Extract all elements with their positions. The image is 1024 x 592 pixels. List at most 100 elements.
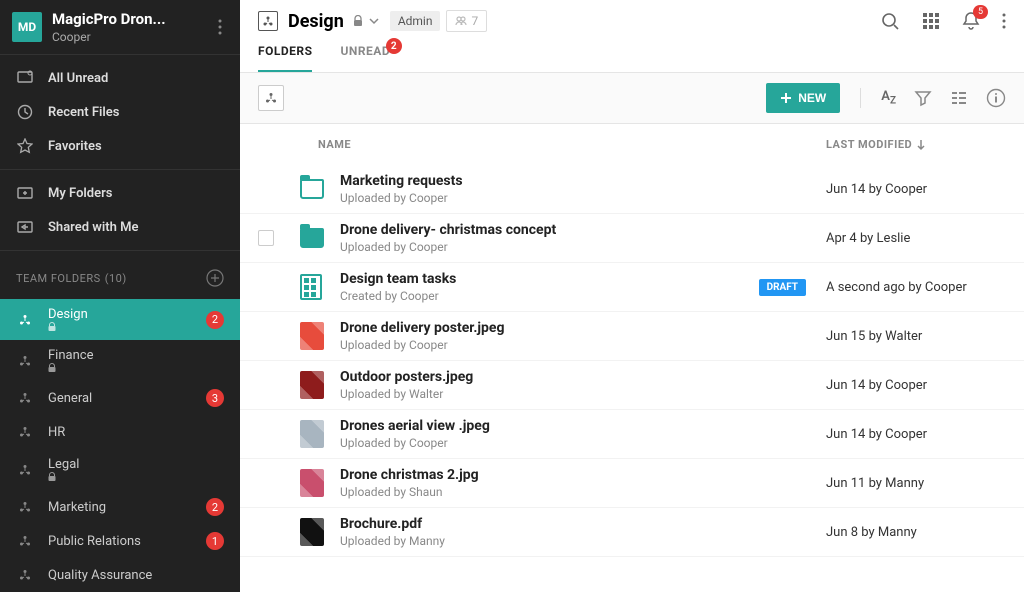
nav-item-my-folders[interactable]: My Folders [0,176,240,210]
people-icon [455,15,467,27]
item-modified: Jun 14 by Cooper [826,427,1006,442]
team-folder-public-relations[interactable]: Public Relations1 [0,524,240,558]
nav-item-shared-with-me[interactable]: Shared with Me [0,210,240,244]
team-label: General [48,391,206,406]
nav-label: My Folders [48,186,224,201]
unread-badge: 3 [206,389,224,407]
toolbar-right: AZ [860,88,1006,108]
toolbar: NEW AZ [240,73,1024,124]
tabs: FOLDERS UNREAD 2 [240,32,1024,73]
team-folder-legal[interactable]: Legal [0,449,240,490]
team-label: HR [48,425,224,440]
lock-icon [48,322,206,332]
list-item[interactable]: Drone christmas 2.jpg Uploaded by Shaun … [240,459,1024,508]
search-button[interactable] [880,11,900,31]
item-subtitle: Created by Cooper [340,289,759,303]
nav-item-favorites[interactable]: Favorites [0,129,240,163]
row-checkbox[interactable] [258,230,274,246]
team-folder-marketing[interactable]: Marketing2 [0,490,240,524]
image-thumbnail [300,469,324,497]
workspace-name: MagicPro Dron... [52,10,192,28]
team-label: Public Relations [48,534,206,549]
new-button[interactable]: NEW [766,83,840,113]
workspace-user: Cooper [52,30,212,44]
team-label: Design [48,307,206,332]
item-name: Drone delivery- christmas concept [340,222,826,238]
tab-folders[interactable]: FOLDERS [258,44,312,72]
nav-item-all-unread[interactable]: All Unread [0,61,240,95]
tab-unread[interactable]: UNREAD 2 [340,44,390,72]
item-subtitle: Uploaded by Cooper [340,436,826,450]
apps-button[interactable] [922,12,940,30]
members-chip[interactable]: 7 [446,10,487,32]
workspace-menu-button[interactable] [212,13,228,41]
team-folders-label: TEAM FOLDERS [16,272,101,285]
notifications-badge: 5 [973,5,988,19]
unread-badge: 2 [206,311,224,329]
item-modified: Apr 4 by Leslie [826,231,1006,246]
item-subtitle: Uploaded by Shaun [340,485,826,499]
list-item[interactable]: Drone delivery poster.jpeg Uploaded by C… [240,312,1024,361]
team-folder-finance[interactable]: Finance [0,340,240,381]
item-modified: Jun 15 by Walter [826,329,1006,344]
team-folder-quality-assurance[interactable]: Quality Assurance [0,558,240,592]
tab-unread-badge: 2 [386,38,402,54]
team-folder-general[interactable]: General3 [0,381,240,415]
sort-az-button[interactable]: AZ [881,89,896,107]
team-folders-header: TEAM FOLDERS (10) [0,257,240,299]
team-label: Finance [48,348,224,373]
notifications-button[interactable]: 5 [962,11,980,31]
list-item[interactable]: Design team tasks Created by Cooper DRAF… [240,263,1024,312]
main-panel: Design Admin 7 5 F [240,0,1024,592]
item-name: Drones aerial view .jpeg [340,418,826,434]
role-chip[interactable]: Admin [390,11,441,31]
plus-icon [780,92,792,104]
folder-type-icon [258,11,278,31]
team-label: Quality Assurance [48,568,224,583]
sort-desc-icon [916,139,926,151]
dropdown-chevron-icon[interactable] [369,16,379,26]
folder-title: Design [288,11,344,32]
members-count: 7 [471,14,478,28]
folder-plus-icon [16,184,34,202]
breadcrumb-root-icon[interactable] [258,85,284,111]
item-modified: Jun 11 by Manny [826,476,1006,491]
item-subtitle: Uploaded by Manny [340,534,826,548]
list-item[interactable]: Brochure.pdf Uploaded by Manny Jun 8 by … [240,508,1024,557]
sheet-icon [300,274,322,300]
team-folder-design[interactable]: Design2 [0,299,240,340]
more-button[interactable] [1002,13,1006,29]
item-name: Drone delivery poster.jpeg [340,320,826,336]
folder-icon [300,228,324,248]
list-item[interactable]: Outdoor posters.jpeg Uploaded by Walter … [240,361,1024,410]
add-team-folder-button[interactable] [206,269,224,287]
item-subtitle: Uploaded by Cooper [340,338,826,352]
team-folder-hr[interactable]: HR [0,415,240,449]
nav-label: Favorites [48,139,224,154]
list-item[interactable]: Drone delivery- christmas concept Upload… [240,214,1024,263]
filter-button[interactable] [914,89,932,107]
lock-icon [353,15,363,27]
team-icon [16,389,34,407]
nav-label: Shared with Me [48,220,224,235]
list-item[interactable]: Drones aerial view .jpeg Uploaded by Coo… [240,410,1024,459]
item-modified: A second ago by Cooper [826,280,1006,295]
info-button[interactable] [986,88,1006,108]
workspace-avatar: MD [12,12,42,42]
item-name: Marketing requests [340,173,826,189]
image-thumbnail [300,518,324,546]
item-modified: Jun 14 by Cooper [826,182,1006,197]
view-options-button[interactable] [950,89,968,107]
nav-label: All Unread [48,71,224,86]
star-icon [16,137,34,155]
file-list: Marketing requests Uploaded by Cooper Ju… [240,165,1024,592]
item-name: Brochure.pdf [340,516,826,532]
workspace-header: MD MagicPro Dron... Cooper [0,0,240,54]
nav-section-1: All Unread Recent Files Favorites [0,54,240,169]
team-folders-count: (10) [105,272,127,285]
column-modified[interactable]: LAST MODIFIED [826,138,1006,151]
column-name[interactable]: NAME [300,138,826,151]
nav-item-recent-files[interactable]: Recent Files [0,95,240,129]
unread-badge: 1 [206,532,224,550]
list-item[interactable]: Marketing requests Uploaded by Cooper Ju… [240,165,1024,214]
